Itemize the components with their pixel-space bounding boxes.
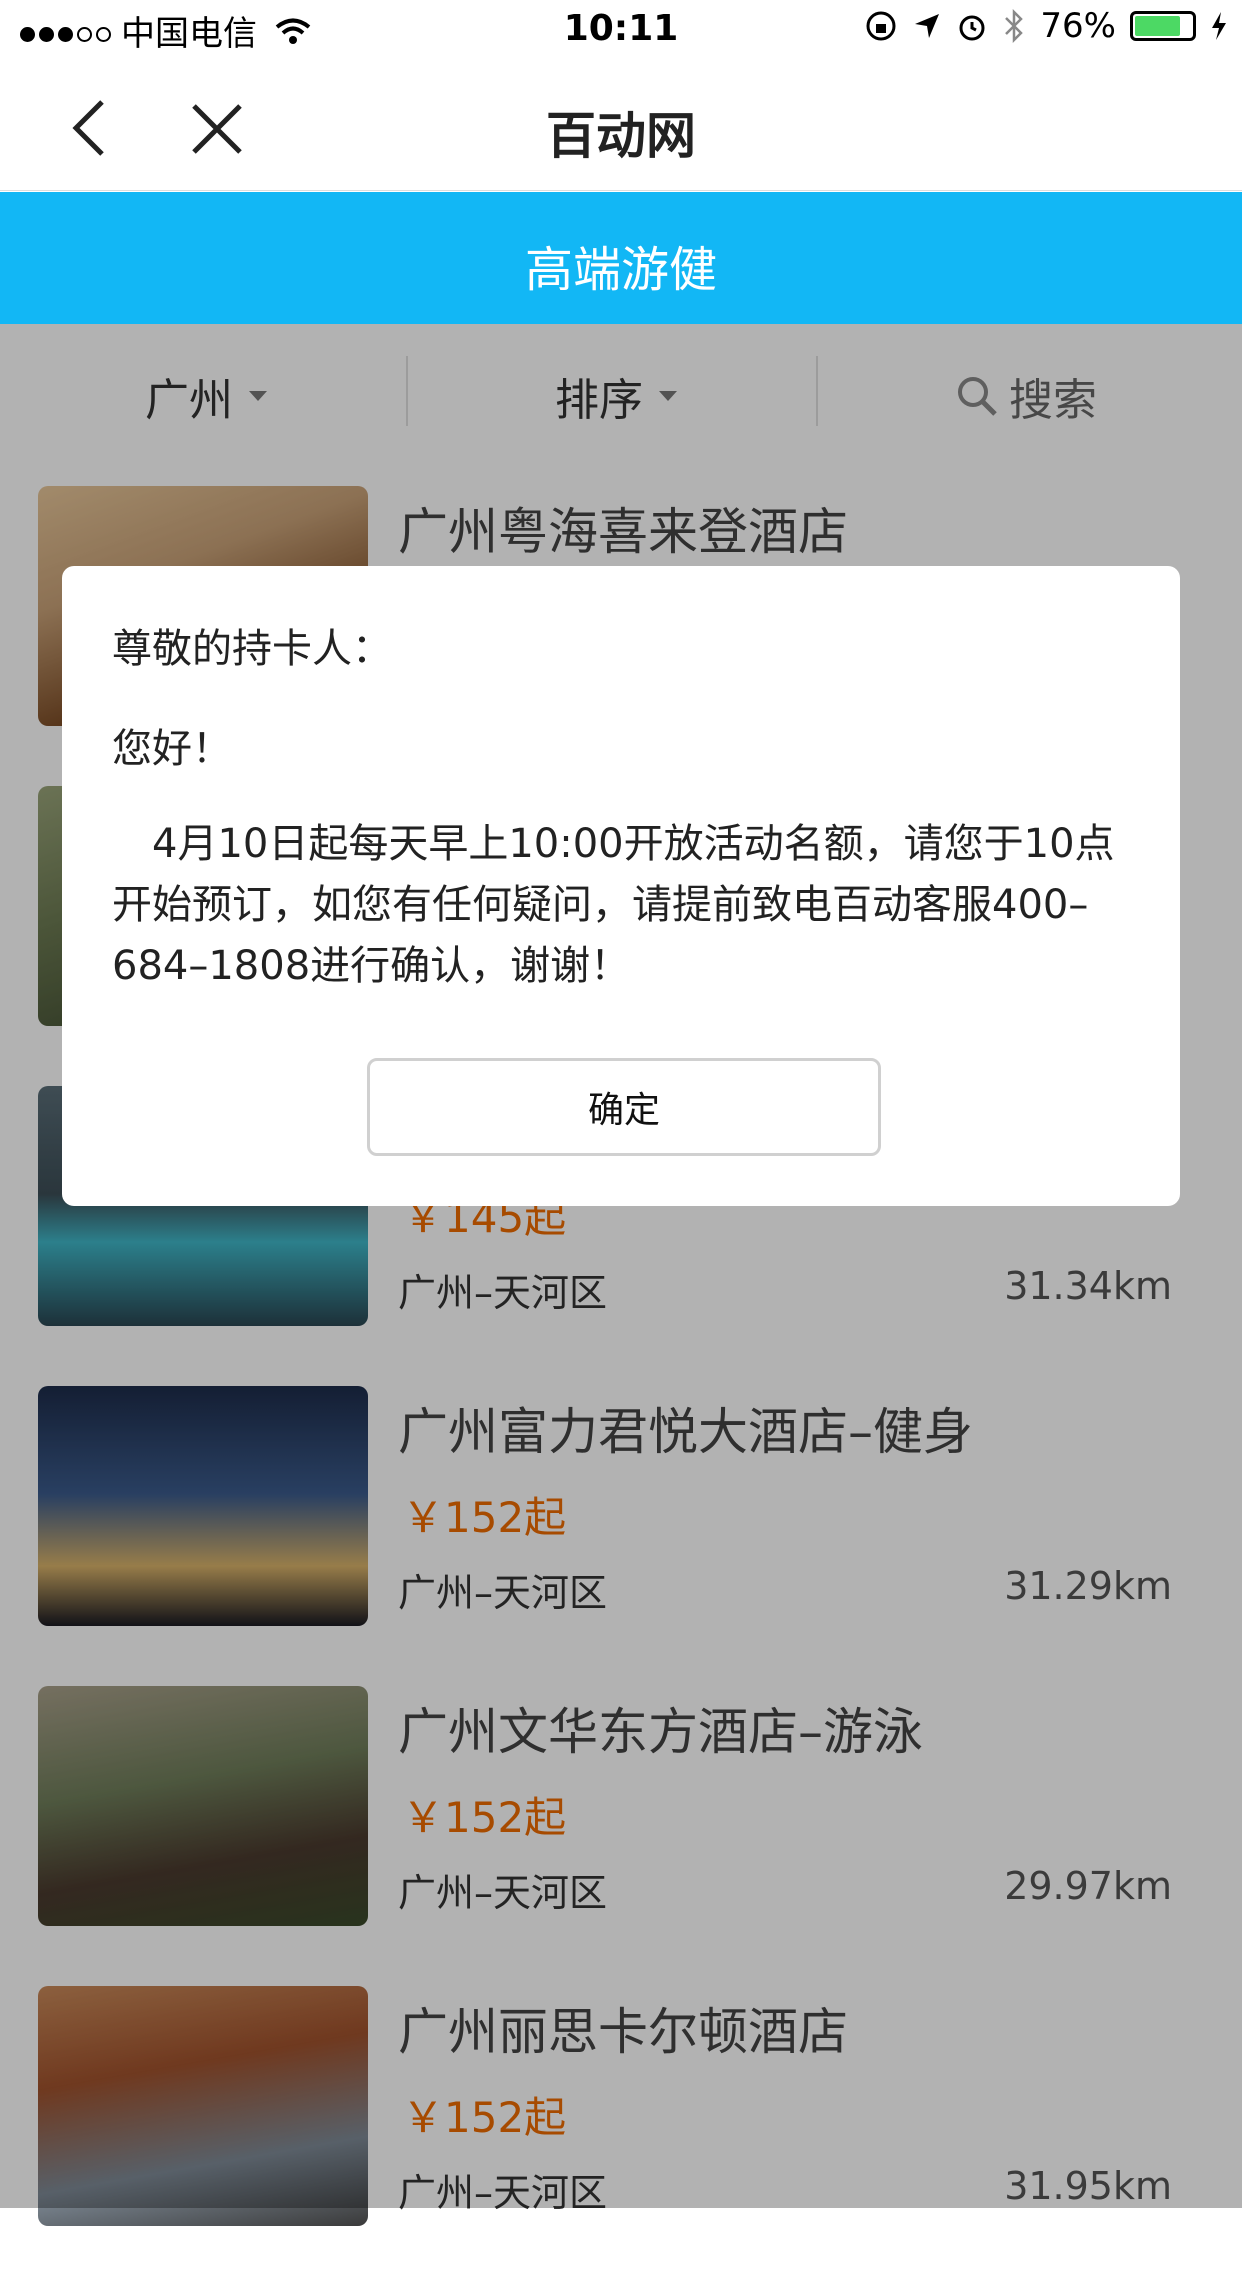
category-title: 高端游健	[524, 242, 717, 298]
alarm-icon	[959, 15, 985, 41]
notice-dialog: 尊敬的持卡人： 您好！ 4月10日起每天早上10:00开放活动名额，请您于10点…	[62, 566, 1180, 1206]
charging-icon	[1212, 12, 1226, 40]
battery-icon	[1130, 11, 1196, 41]
bluetooth-icon	[1005, 9, 1024, 43]
rotation-lock-icon	[866, 11, 896, 41]
status-icons: 76%	[864, 6, 1228, 46]
navigation-bar: 百动网	[0, 62, 1242, 191]
dialog-message: 4月10日起每天早上10:00开放活动名额，请您于10点开始预订，如您有任何疑问…	[112, 821, 1115, 989]
battery-percent: 76%	[1040, 6, 1116, 46]
status-bar: 中国电信 10:11 76%	[0, 0, 1242, 62]
category-banner: 高端游健	[0, 192, 1242, 324]
location-icon	[915, 14, 940, 38]
confirm-button[interactable]: 确定	[367, 1058, 881, 1156]
dialog-greeting: 尊敬的持卡人：	[112, 626, 392, 672]
dialog-hello: 您好！	[112, 726, 232, 772]
page-title: 百动网	[546, 107, 696, 165]
